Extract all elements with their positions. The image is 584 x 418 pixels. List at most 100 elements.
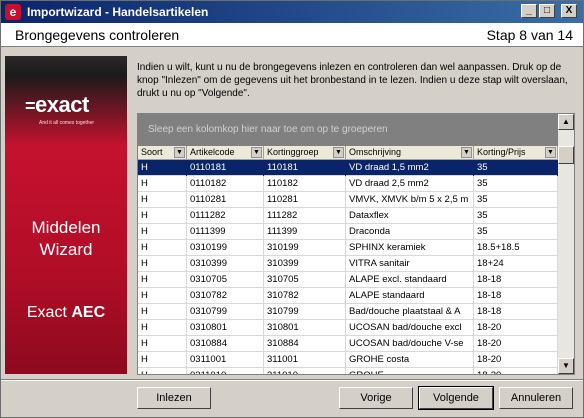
table-cell[interactable]: 18-20 xyxy=(474,320,558,336)
table-cell[interactable]: VITRA sanitair xyxy=(346,256,474,272)
table-cell[interactable]: H xyxy=(138,224,187,240)
table-cell[interactable]: 110182 xyxy=(264,176,346,192)
column-dropdown-icon[interactable]: ▼ xyxy=(461,147,472,158)
table-cell[interactable]: H xyxy=(138,336,187,352)
table-cell[interactable]: H xyxy=(138,352,187,368)
table-cell[interactable]: H xyxy=(138,288,187,304)
table-cell[interactable]: ALAPE excl. standaard xyxy=(346,272,474,288)
table-cell[interactable]: 0111399 xyxy=(187,224,264,240)
table-cell[interactable]: H xyxy=(138,304,187,320)
table-cell[interactable]: VD draad 1,5 mm2 xyxy=(346,160,474,176)
table-cell[interactable]: H xyxy=(138,256,187,272)
table-cell[interactable]: VMVK, XMVK b/m 5 x 2,5 m xyxy=(346,192,474,208)
table-cell[interactable]: Bad/douche plaatstaal & A xyxy=(346,304,474,320)
table-cell[interactable]: 110281 xyxy=(264,192,346,208)
table-cell[interactable]: 111399 xyxy=(264,224,346,240)
table-cell[interactable]: 311010 xyxy=(264,368,346,374)
table-row[interactable]: H 0310782 310782 ALAPE standaard 18-18 xyxy=(138,288,558,304)
table-row[interactable]: H0311010311010GROHE ...18-20 xyxy=(138,368,558,374)
table-row[interactable]: H 0311001 311001 GROHE costa 18-20 xyxy=(138,352,558,368)
table-cell[interactable]: 18-20 xyxy=(474,336,558,352)
table-cell[interactable]: ALAPE standaard xyxy=(346,288,474,304)
table-row[interactable]: H 0110182 110182 VD draad 2,5 mm2 35 xyxy=(138,176,558,192)
table-cell[interactable]: 0310884 xyxy=(187,336,264,352)
table-cell[interactable]: 35 xyxy=(474,160,558,176)
table-cell[interactable]: 18-20 xyxy=(474,368,558,374)
column-header-korting-prijs[interactable]: Korting/Prijs ▼ xyxy=(474,146,558,160)
previous-button[interactable]: Vorige xyxy=(339,387,413,409)
table-cell[interactable]: 310799 xyxy=(264,304,346,320)
minimize-button[interactable]: _ xyxy=(521,4,537,18)
table-row[interactable]: H 0310705 310705 ALAPE excl. standaard 18-18 xyxy=(138,272,558,288)
title-bar[interactable]: e Importwizard - Handelsartikelen _ □ X xyxy=(1,1,583,23)
table-cell[interactable]: 310199 xyxy=(264,240,346,256)
table-cell[interactable]: 310782 xyxy=(264,288,346,304)
table-cell[interactable]: GROHE ... xyxy=(346,368,474,374)
scroll-up-icon[interactable]: ▲ xyxy=(558,114,574,130)
table-cell[interactable]: 0310799 xyxy=(187,304,264,320)
table-cell[interactable]: 111282 xyxy=(264,208,346,224)
table-cell[interactable]: H xyxy=(138,272,187,288)
column-header-kortinggroep[interactable]: Kortinggroep ▼ xyxy=(264,146,346,160)
table-cell[interactable]: 18-18 xyxy=(474,272,558,288)
group-by-panel[interactable]: Sleep een kolomkop hier naar toe om op t… xyxy=(138,114,558,146)
table-cell[interactable]: 0310399 xyxy=(187,256,264,272)
maximize-button[interactable]: □ xyxy=(539,4,555,18)
table-cell[interactable]: 110181 xyxy=(264,160,346,176)
table-cell[interactable]: 35 xyxy=(474,192,558,208)
table-cell[interactable]: 310399 xyxy=(264,256,346,272)
table-cell[interactable]: H xyxy=(138,240,187,256)
table-cell[interactable]: 18+24 xyxy=(474,256,558,272)
table-cell[interactable]: 311001 xyxy=(264,352,346,368)
column-header-omschrijving[interactable]: Omschrijving ▼ xyxy=(346,146,474,160)
column-dropdown-icon[interactable]: ▼ xyxy=(333,147,344,158)
table-cell[interactable]: VD draad 2,5 mm2 xyxy=(346,176,474,192)
table-cell[interactable]: 0110181 xyxy=(187,160,264,176)
table-cell[interactable]: UCOSAN bad/douche excl xyxy=(346,320,474,336)
table-cell[interactable]: 0310705 xyxy=(187,272,264,288)
table-cell[interactable]: 0110182 xyxy=(187,176,264,192)
scroll-down-icon[interactable]: ▼ xyxy=(558,358,574,374)
table-cell[interactable]: 310705 xyxy=(264,272,346,288)
table-row[interactable]: H 0110281 110281 VMVK, XMVK b/m 5 x 2,5 m 35 xyxy=(138,192,558,208)
table-cell[interactable]: 0310782 xyxy=(187,288,264,304)
table-cell[interactable]: H xyxy=(138,192,187,208)
cancel-button[interactable]: Annuleren xyxy=(499,387,573,409)
table-cell[interactable]: 0111282 xyxy=(187,208,264,224)
scroll-thumb[interactable] xyxy=(558,146,574,164)
table-cell[interactable]: H xyxy=(138,208,187,224)
table-row[interactable]: H 0310799 310799 Bad/douche plaatstaal & A1… xyxy=(138,304,558,320)
next-button[interactable]: Volgende xyxy=(418,386,494,410)
table-cell[interactable]: 0311010 xyxy=(187,368,264,374)
table-cell[interactable]: H xyxy=(138,368,187,374)
column-dropdown-icon[interactable]: ▼ xyxy=(174,147,185,158)
table-cell[interactable]: H xyxy=(138,176,187,192)
table-cell[interactable]: SPHINX keramiek xyxy=(346,240,474,256)
table-cell[interactable]: H xyxy=(138,320,187,336)
column-header-soort[interactable]: Soort ▼ xyxy=(138,146,187,160)
table-cell[interactable]: 18-18 xyxy=(474,304,558,320)
table-cell[interactable]: Draconda xyxy=(346,224,474,240)
table-row[interactable]: H 0310801 310801 UCOSAN bad/douche excl 18-2… xyxy=(138,320,558,336)
table-row[interactable]: H 0110181 110181 VD draad 1,5 mm2 35 xyxy=(138,160,558,176)
table-cell[interactable]: 0311001 xyxy=(187,352,264,368)
close-button[interactable]: X xyxy=(561,4,577,18)
column-dropdown-icon[interactable]: ▼ xyxy=(545,147,556,158)
table-row[interactable]: H 0310399 310399 VITRA sanitair 18+24 xyxy=(138,256,558,272)
vertical-scrollbar[interactable]: ▲ ▼ xyxy=(558,114,574,374)
table-cell[interactable]: 0110281 xyxy=(187,192,264,208)
table-cell[interactable]: 310801 xyxy=(264,320,346,336)
table-row[interactable]: H 0111399 111399 Draconda 35 xyxy=(138,224,558,240)
read-button[interactable]: Inlezen xyxy=(137,387,211,409)
table-cell[interactable]: 18-20 xyxy=(474,352,558,368)
table-cell[interactable]: 0310199 xyxy=(187,240,264,256)
table-cell[interactable]: 0310801 xyxy=(187,320,264,336)
table-cell[interactable]: 35 xyxy=(474,208,558,224)
table-row[interactable]: H 0310199 310199 SPHINX keramiek 18.5+18.5 xyxy=(138,240,558,256)
table-cell[interactable]: 35 xyxy=(474,224,558,240)
table-cell[interactable]: 18.5+18.5 xyxy=(474,240,558,256)
table-row[interactable]: H 0310884 310884 UCOSAN bad/douche V-se 18-2… xyxy=(138,336,558,352)
table-cell[interactable]: Dataxflex xyxy=(346,208,474,224)
table-cell[interactable]: GROHE costa xyxy=(346,352,474,368)
column-header-artikelcode[interactable]: Artikelcode ▼ xyxy=(187,146,264,160)
